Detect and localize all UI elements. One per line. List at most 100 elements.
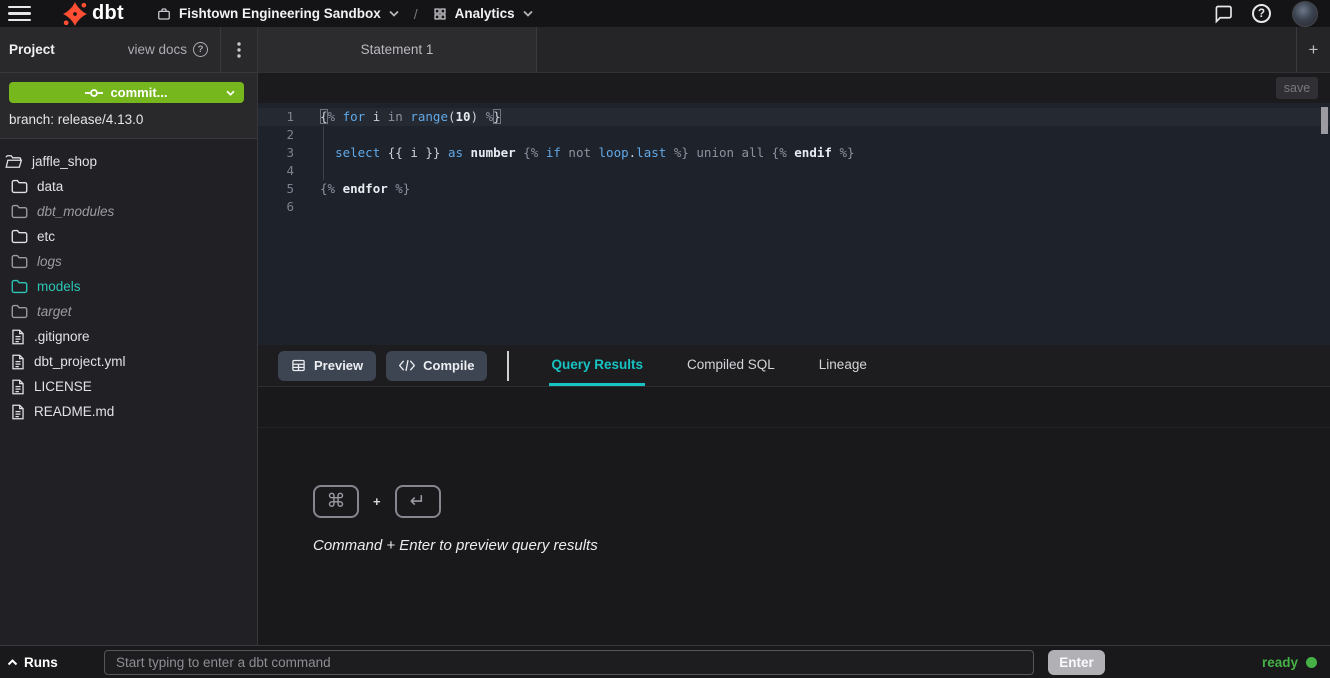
tree-item-logs[interactable]: logs [0, 249, 257, 274]
tree-item-label: jaffle_shop [32, 154, 97, 169]
code-line-3[interactable]: 3 select {{ i }} as number {% if not loo… [258, 144, 1330, 162]
tree-item-etc[interactable]: etc [0, 224, 257, 249]
results-tabs: Query Results Compiled SQL Lineage [549, 345, 868, 386]
tree-item-label: data [37, 179, 63, 194]
dbt-wordmark: dbt [92, 2, 124, 25]
file-tree: jaffle_shopdata dbt_modulesetc logs models t… [0, 139, 257, 645]
tree-item-label: .gitignore [34, 329, 90, 344]
commit-button[interactable]: commit... [9, 82, 244, 103]
indent-guide [323, 126, 324, 180]
enter-button[interactable]: Enter [1048, 650, 1105, 675]
status-dot [1306, 657, 1317, 668]
tree-item-label: etc [37, 229, 55, 244]
tree-item-license[interactable]: LICENSE [0, 374, 257, 399]
code-lines: 1{% for i in range(10) %}23 select {{ i … [258, 108, 1330, 216]
editor-tab-bar: Statement 1 + [258, 27, 1330, 73]
empty-state-caption: Command + Enter to preview query results [313, 537, 598, 554]
divider [258, 427, 1330, 428]
help-circle-icon: ? [193, 42, 208, 57]
line-number: 6 [258, 198, 294, 216]
file-sidebar: Project view docs ? commi [0, 27, 258, 645]
divider [507, 351, 509, 381]
view-docs-label: view docs [128, 42, 187, 57]
sidebar-title: Project [9, 42, 55, 57]
folder-open-icon [5, 154, 23, 169]
chat-icon[interactable] [1213, 4, 1234, 24]
tree-item-jaffle-shop[interactable]: jaffle_shop [0, 149, 257, 174]
code-line-content: {% for i in range(10) %} [294, 108, 501, 126]
dbt-logo-icon [62, 0, 89, 27]
code-line-content [294, 126, 320, 144]
tree-item-label: dbt_modules [37, 204, 114, 219]
tree-item-models[interactable]: models [0, 274, 257, 299]
line-number: 5 [258, 180, 294, 198]
file-icon [11, 379, 25, 395]
line-number: 1 [258, 108, 294, 126]
tab-compiled-sql[interactable]: Compiled SQL [685, 345, 777, 386]
results-empty-state: ⌘ + ↵ Command + Enter to preview query r… [313, 485, 598, 554]
runs-label: Runs [24, 655, 58, 670]
code-line-4[interactable]: 4 [258, 162, 1330, 180]
chevron-down-icon[interactable] [226, 90, 235, 96]
code-line-1[interactable]: 1{% for i in range(10) %} [258, 108, 1330, 126]
chevron-down-icon [523, 10, 533, 17]
tab-lineage[interactable]: Lineage [817, 345, 869, 386]
command-bar: Runs Enter ready [0, 645, 1330, 678]
folder-icon [11, 179, 28, 194]
tree-item-label: models [37, 279, 81, 294]
results-panel: ⌘ + ↵ Command + Enter to preview query r… [258, 387, 1330, 645]
user-avatar[interactable] [1292, 1, 1318, 27]
project-switcher-label: Fishtown Engineering Sandbox [179, 6, 381, 21]
branch-label: branch: release/4.13.0 [9, 112, 257, 127]
compile-button-label: Compile [423, 358, 474, 373]
editor-scrollbar[interactable] [1321, 107, 1328, 134]
code-line-5[interactable]: 5{% endfor %} [258, 180, 1330, 198]
breadcrumb-separator: / [414, 6, 418, 22]
top-bar: dbt Fishtown Engineering Sandbox / Analy… [0, 0, 1330, 27]
save-button[interactable]: save [1276, 77, 1318, 99]
kebab-menu-icon[interactable] [221, 27, 257, 73]
briefcase-icon [157, 7, 171, 21]
line-number: 4 [258, 162, 294, 180]
folder-icon [11, 229, 28, 244]
tree-item-dbt-project-yml[interactable]: dbt_project.yml [0, 349, 257, 374]
chevron-down-icon [389, 10, 399, 17]
tree-item-target[interactable]: target [0, 299, 257, 324]
editor-toolbar: save [258, 73, 1330, 103]
view-docs-link[interactable]: view docs ? [128, 42, 208, 57]
environment-switcher[interactable]: Analytics [433, 6, 533, 21]
project-switcher[interactable]: Fishtown Engineering Sandbox [157, 6, 399, 21]
tree-item--gitignore[interactable]: .gitignore [0, 324, 257, 349]
new-tab-button[interactable]: + [1296, 27, 1330, 72]
tree-item-label: LICENSE [34, 379, 92, 394]
line-number: 2 [258, 126, 294, 144]
tree-item-data[interactable]: data [0, 174, 257, 199]
help-icon[interactable]: ? [1252, 4, 1271, 23]
environment-switcher-label: Analytics [455, 6, 515, 21]
code-line-content [294, 162, 320, 180]
file-icon [11, 354, 25, 370]
code-line-6[interactable]: 6 [258, 198, 1330, 216]
file-icon [11, 404, 25, 420]
tab-query-results[interactable]: Query Results [549, 345, 645, 386]
command-key-icon: ⌘ [313, 485, 359, 518]
preview-button[interactable]: Preview [278, 351, 376, 381]
compile-button[interactable]: Compile [386, 351, 487, 381]
dbt-command-input[interactable] [104, 650, 1034, 675]
preview-button-label: Preview [314, 358, 363, 373]
hamburger-menu-icon[interactable] [8, 6, 31, 22]
code-line-2[interactable]: 2 [258, 126, 1330, 144]
tree-item-label: README.md [34, 404, 114, 419]
tree-item-readme-md[interactable]: README.md [0, 399, 257, 424]
runs-toggle[interactable]: Runs [7, 655, 104, 670]
code-icon [399, 359, 415, 372]
status-label: ready [1262, 655, 1298, 670]
status-indicator: ready [1262, 655, 1317, 670]
tree-item-label: dbt_project.yml [34, 354, 126, 369]
tab-statement-1[interactable]: Statement 1 [258, 27, 537, 72]
tree-item-dbt-modules[interactable]: dbt_modules [0, 199, 257, 224]
code-editor[interactable]: 1{% for i in range(10) %}23 select {{ i … [258, 103, 1330, 345]
folder-icon [11, 304, 28, 319]
main-split: Project view docs ? commi [0, 27, 1330, 645]
file-icon [11, 329, 25, 345]
